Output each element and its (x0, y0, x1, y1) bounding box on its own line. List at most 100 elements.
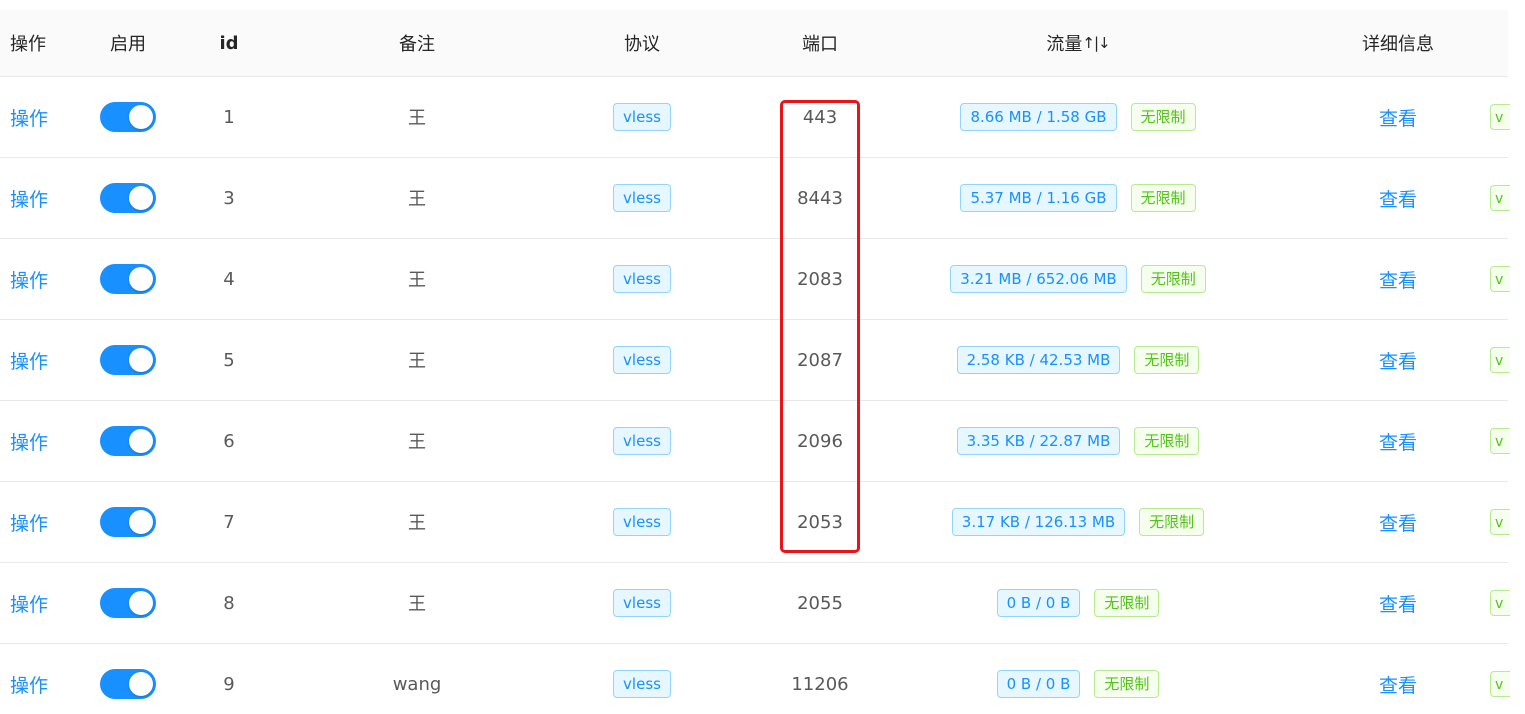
detail-view-link[interactable]: 查看 (1379, 266, 1417, 293)
enable-switch[interactable] (100, 669, 156, 699)
row-port: 2096 (797, 430, 843, 452)
sort-arrows-icon[interactable]: ↑|↓ (1082, 34, 1110, 52)
row-id: 5 (223, 349, 235, 371)
detail-view-link[interactable]: 查看 (1379, 509, 1417, 536)
protocol-tag: vless (613, 427, 671, 455)
detail-view-link[interactable]: 查看 (1379, 671, 1417, 698)
table-row: 操作 3 王 vless 8443 5.37 MB / 1.16 GB 无限制 查看 v (0, 158, 1510, 239)
extra-tag: v (1490, 185, 1510, 211)
traffic-tag: 0 B / 0 B (996, 589, 1081, 617)
table-row: 操作 9 wang vless 11206 0 B / 0 B 无限制 查看 v (0, 644, 1510, 714)
enable-switch[interactable] (100, 426, 156, 456)
row-op-link[interactable]: 操作 (10, 347, 48, 374)
enable-switch[interactable] (100, 588, 156, 618)
detail-view-link[interactable]: 查看 (1379, 104, 1417, 131)
traffic-tag: 0 B / 0 B (996, 670, 1081, 698)
table-row: 操作 8 王 vless 2055 0 B / 0 B 无限制 查看 v (0, 563, 1510, 644)
row-id: 7 (223, 511, 235, 533)
switch-knob (129, 591, 153, 615)
traffic-tag: 2.58 KB / 42.53 MB (956, 346, 1121, 374)
row-id: 1 (223, 106, 235, 128)
traffic-tag: 3.21 MB / 652.06 MB (950, 265, 1127, 293)
extra-tag: v (1490, 428, 1510, 454)
row-op-link[interactable]: 操作 (10, 266, 48, 293)
row-id: 6 (223, 430, 235, 452)
enable-switch[interactable] (100, 507, 156, 537)
switch-knob (129, 186, 153, 210)
protocol-tag: vless (613, 184, 671, 212)
inbound-table: 操作 启用 id 备注 协议 端口 流量 ↑|↓ 详细信息 操作 1 王 vless 44… (0, 0, 1525, 714)
protocol-tag: vless (613, 265, 671, 293)
traffic-tag: 3.17 KB / 126.13 MB (951, 508, 1126, 536)
extra-tag: v (1490, 671, 1510, 697)
extra-tag: v (1490, 104, 1510, 130)
table-header: 操作 启用 id 备注 协议 端口 流量 ↑|↓ 详细信息 (0, 10, 1508, 77)
detail-view-link[interactable]: 查看 (1379, 185, 1417, 212)
detail-view-link[interactable]: 查看 (1379, 428, 1417, 455)
header-op: 操作 (10, 34, 46, 55)
row-remark: 王 (408, 513, 426, 534)
row-port: 2087 (797, 349, 843, 371)
limit-tag: 无限制 (1094, 589, 1160, 617)
header-remark: 备注 (399, 34, 435, 55)
row-remark: 王 (408, 432, 426, 453)
row-remark: 王 (408, 189, 426, 210)
header-protocol: 协议 (624, 34, 660, 55)
row-op-link[interactable]: 操作 (10, 428, 48, 455)
limit-tag: 无限制 (1130, 184, 1196, 212)
limit-tag: 无限制 (1130, 103, 1196, 131)
row-remark: 王 (408, 108, 426, 129)
protocol-tag: vless (613, 508, 671, 536)
enable-switch[interactable] (100, 264, 156, 294)
row-remark: 王 (408, 351, 426, 372)
row-op-link[interactable]: 操作 (10, 509, 48, 536)
limit-tag: 无限制 (1134, 427, 1200, 455)
table-row: 操作 1 王 vless 443 8.66 MB / 1.58 GB 无限制 查看 v (0, 77, 1510, 158)
traffic-tag: 5.37 MB / 1.16 GB (960, 184, 1117, 212)
header-detail: 详细信息 (1362, 34, 1434, 55)
row-remark: 王 (408, 270, 426, 291)
enable-switch[interactable] (100, 183, 156, 213)
row-port: 11206 (791, 673, 849, 695)
extra-tag: v (1490, 266, 1510, 292)
header-traffic-label: 流量 (1046, 34, 1083, 55)
row-id: 9 (223, 673, 235, 695)
limit-tag: 无限制 (1140, 265, 1206, 293)
limit-tag: 无限制 (1094, 670, 1160, 698)
header-enable: 启用 (110, 34, 146, 55)
switch-knob (129, 510, 153, 534)
detail-view-link[interactable]: 查看 (1379, 347, 1417, 374)
limit-tag: 无限制 (1139, 508, 1205, 536)
switch-knob (129, 348, 153, 372)
row-port: 2055 (797, 592, 843, 614)
row-id: 8 (223, 592, 235, 614)
row-port: 443 (802, 106, 838, 128)
row-port: 2053 (797, 511, 843, 533)
row-op-link[interactable]: 操作 (10, 104, 48, 131)
header-traffic[interactable]: 流量 ↑|↓ (940, 10, 1216, 76)
enable-switch[interactable] (100, 345, 156, 375)
enable-switch[interactable] (100, 102, 156, 132)
switch-knob (129, 672, 153, 696)
protocol-tag: vless (613, 589, 671, 617)
row-remark: 王 (408, 594, 426, 615)
header-port: 端口 (802, 34, 838, 55)
traffic-tag: 8.66 MB / 1.58 GB (960, 103, 1117, 131)
row-op-link[interactable]: 操作 (10, 590, 48, 617)
table-row: 操作 6 王 vless 2096 3.35 KB / 22.87 MB 无限制 查看 v (0, 401, 1510, 482)
protocol-tag: vless (613, 670, 671, 698)
detail-view-link[interactable]: 查看 (1379, 590, 1417, 617)
row-op-link[interactable]: 操作 (10, 185, 48, 212)
limit-tag: 无限制 (1134, 346, 1200, 374)
header-id: id (219, 32, 239, 54)
row-id: 3 (223, 187, 235, 209)
row-op-link[interactable]: 操作 (10, 671, 48, 698)
row-id: 4 (223, 268, 235, 290)
protocol-tag: vless (613, 103, 671, 131)
extra-tag: v (1490, 347, 1510, 373)
protocol-tag: vless (613, 346, 671, 374)
switch-knob (129, 429, 153, 453)
switch-knob (129, 267, 153, 291)
row-port: 8443 (797, 187, 843, 209)
switch-knob (129, 105, 153, 129)
